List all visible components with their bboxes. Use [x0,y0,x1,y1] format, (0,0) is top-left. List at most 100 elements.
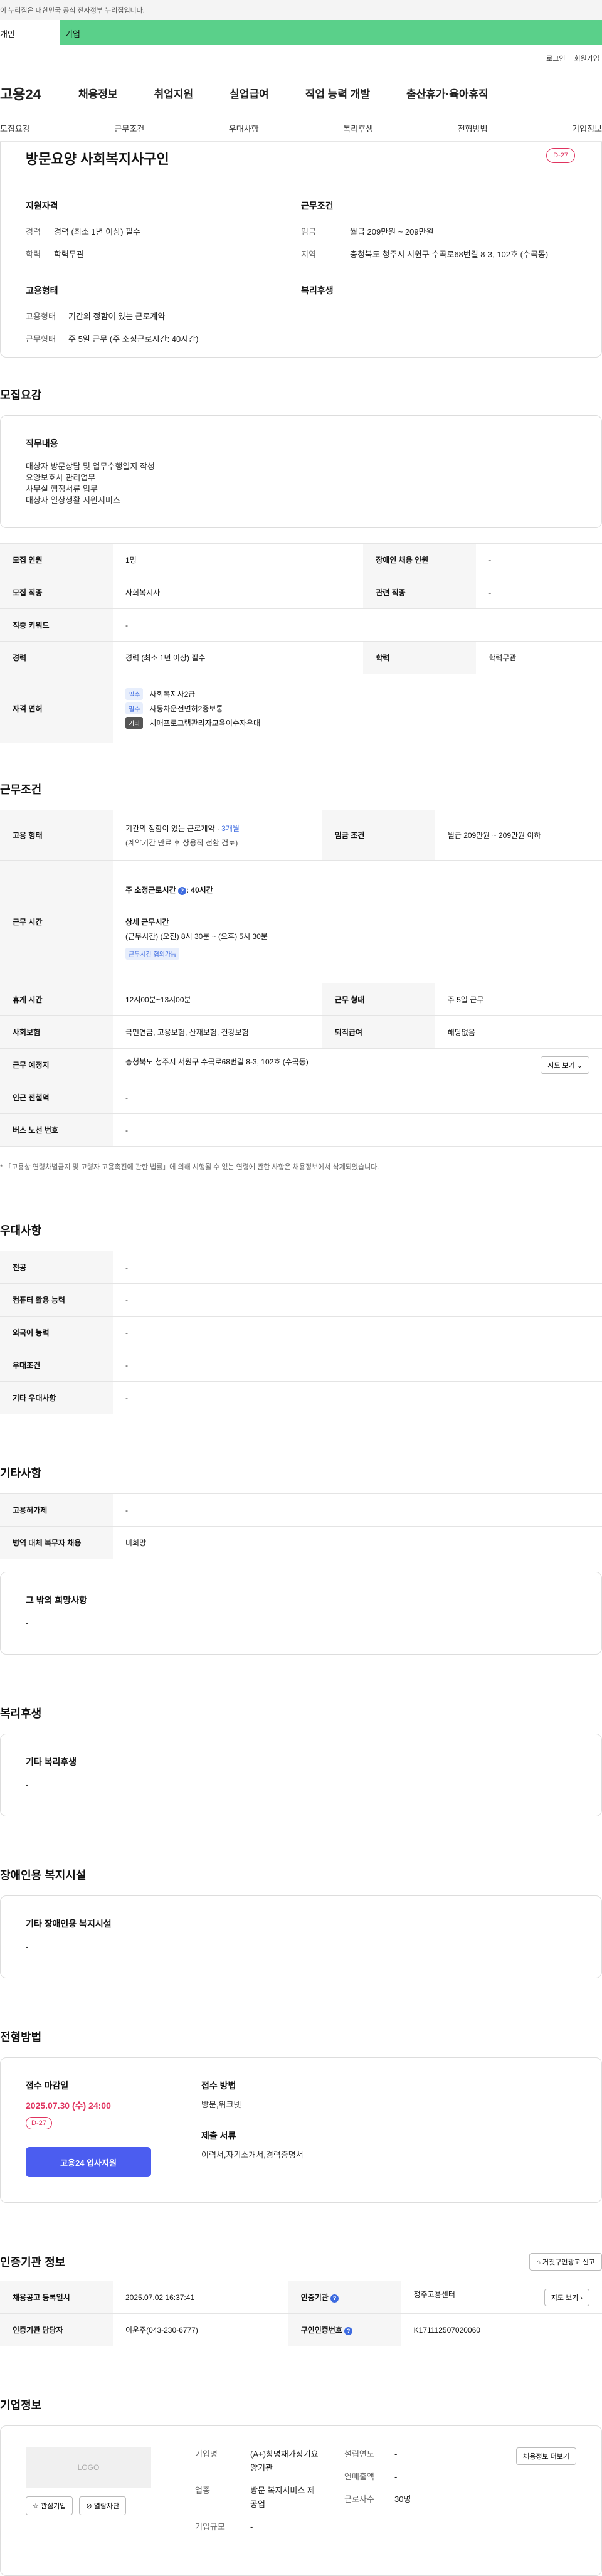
company-card: LOGO ☆ 관심기업 ⊘ 열람차단 기업명 (A+)창명재가장기요양기관 업종 방… [0,2425,602,2576]
deadline-col: 접수 마감일 2025.07.30 (수) 24:00 D-27 고용24 입사… [26,2079,176,2181]
label: 구인인증번호 [300,2326,342,2335]
cell-label: 병역 대체 복무자 채용 [0,1526,113,1559]
label: 임금 [301,227,316,236]
anchor-selection[interactable]: 전형방법 [458,122,488,134]
label: 지도 보기 [551,2294,579,2302]
method-col: 접수 방법 방문,워크넷 제출 서류 이력서,자기소개서,경력증명서 [176,2079,304,2181]
company-size: - [250,2522,253,2532]
company-heading: 기업정보 [0,2399,42,2412]
disability-box-value: - [26,1942,29,1951]
cell-label: 관련 직종 [363,576,477,609]
label: 연매출액 [344,2472,374,2482]
selection-heading: 전형방법 [0,2031,42,2043]
qual-heading: 지원자격 [26,201,58,211]
company-info-col2: 설립연도 - 연매출액 - 근로자수 30명 [344,2447,463,2554]
value: 월급 209만원 ~ 209만원 [350,227,434,236]
required-tag: 필수 [125,688,144,700]
map-button[interactable]: 지도 보기 ⌄ [541,1056,589,1074]
gnb-unemployment-benefit[interactable]: 실업급여 [230,85,269,101]
info-icon[interactable]: ? [344,2327,353,2335]
cell-label: 구인인증번호 ? [288,2313,401,2346]
cell-value: - [113,1081,602,1114]
emp-shift: 근무형태 주 5일 근무 (주 소정근로시간: 40시간) [26,333,301,346]
deadline-label: 접수 마감일 [26,2080,69,2091]
login-link[interactable]: 로그인 [546,53,565,63]
disability-box-heading: 기타 장애인용 복지시설 [26,1919,112,1929]
cell-label: 전공 [0,1251,113,1284]
info-icon[interactable]: ? [330,2294,339,2303]
dday-badge: D-27 [546,148,575,163]
recruit-table: 모집 인원 1명 장애인 채용 인원 - 모집 직종 사회복지사 관련 직종 - 직종 키워… [0,543,602,743]
summary-card: 방문요양 사회복지사구인 D-27 지원자격 경력 경력 (최소 1년 이상) 필… [0,142,602,358]
company-employees: 30명 [394,2494,411,2504]
tab-individual[interactable]: 개인 [0,20,60,45]
company-jobs-button[interactable]: 채용정보 더보기 [516,2447,576,2465]
other-wish-heading: 그 밖의 희망사항 [26,1595,87,1605]
cell-value: 충청북도 청주시 서원구 수곡로68번길 8-3, 102호 (수곡동) 지도 … [113,1048,602,1081]
company-info: 기업명 (A+)창명재가장기요양기관 업종 방문 복지서비스 제공업 기업규모 - 설… [195,2447,463,2554]
interest-button[interactable]: ☆ 관심기업 [26,2496,73,2515]
anchor-prefer[interactable]: 우대사항 [229,122,259,134]
label: 지도 보기 [547,1061,575,1069]
welfare-heading: 복리후생 [301,285,334,295]
tab-company[interactable]: 기업 [60,20,602,45]
cell-value: - [113,1381,602,1414]
signup-link[interactable]: 회원가입 [574,53,599,63]
method-label: 접수 방법 [201,2080,236,2091]
required-tag: 필수 [125,702,144,714]
anchor-work[interactable]: 근무조건 [114,122,144,134]
cell-label: 장애인 채용 인원 [363,543,477,576]
anchor-welfare[interactable]: 복리후생 [343,122,373,134]
cell-label: 채용공고 등록일시 [0,2281,113,2314]
etc-table: 고용허가제 - 병역 대체 복무자 채용 비희망 [0,1493,602,1559]
qual-edu: 학력 학력무관 [26,248,301,261]
anchor-company[interactable]: 기업정보 [572,122,602,134]
block-button[interactable]: ⊘ 열람차단 [79,2496,127,2515]
cell-value: 비희망 [113,1526,602,1559]
cond-region: 지역 충청북도 청주시 서원구 수곡로68번길 8-3, 102호 (수곡동) [301,248,576,261]
map-button[interactable]: 지도 보기 › [544,2288,589,2306]
welfare-box-heading: 기타 복리후생 [26,1757,77,1767]
etc-heading: 기타사항 [0,1467,42,1480]
info-icon[interactable]: ? [177,886,186,895]
apply-button[interactable]: 고용24 입사지원 [26,2147,151,2177]
anchor-recruit[interactable]: 모집요강 [0,122,30,134]
chevron-right-icon: › [580,2294,583,2302]
value: 학력무관 [54,249,84,259]
cell-value: 2025.07.02 16:37:41 [113,2281,288,2314]
dday-wrap: D-27 [26,2117,176,2129]
cell-label: 모집 인원 [0,543,113,576]
label: 열람차단 [93,2503,120,2510]
cell-value: 해당없음 [435,1015,602,1049]
value: 주 5일 근무 (주 소정근로시간: 40시간) [68,334,199,344]
cell-label: 외국어 능력 [0,1316,113,1349]
cell-label: 임금 조건 [322,810,435,861]
cell-label: 버스 노선 번호 [0,1113,113,1147]
cell-value: 12시00분~13시00분 [113,983,322,1016]
gnb-parental-leave[interactable]: 출산휴가·육아휴직 [406,85,488,101]
cell-value: 학력무관 [476,641,602,674]
cell-label: 경력 [0,641,113,674]
cell-value: 이운주(043-230-6777) [113,2313,288,2346]
dday-badge: D-27 [26,2117,52,2129]
report-button[interactable]: ⌂ 거짓구인광고 신고 [529,2253,602,2271]
welfare-box: 기타 복리후생 - [0,1734,602,1816]
site-logo[interactable]: 고용24 [0,83,78,103]
deadline-value: 2025.07.30 (수) 24:00 [26,2101,111,2111]
gnb-employment-support[interactable]: 취업지원 [154,85,194,101]
license-name: 사회복지사2급 [149,690,196,699]
anchor-tabs: 모집요강 근무조건 우대사항 복리후생 전형방법 기업정보 [0,115,602,142]
gnb-job-info[interactable]: 채용정보 [78,85,118,101]
docs-value: 이력서,자기소개서,경력증명서 [201,2150,304,2160]
cert-table: 채용공고 등록일시 2025.07.02 16:37:41 인증기관 ? 청주고용… [0,2281,602,2346]
cell-value: 주 5일 근무 [435,983,602,1016]
company-industry: 방문 복지서비스 제공업 [250,2486,315,2510]
label: 지역 [301,249,316,259]
duty-line: 요양보호사 관리업무 [26,473,96,482]
gnb-skill-development[interactable]: 직업 능력 개발 [305,85,370,101]
emp-type: 고용형태 기간의 정함이 있는 근로계약 [26,310,301,323]
cell-value: 경력 (최소 1년 이상) 필수 [113,641,364,674]
company-logo: LOGO [26,2447,151,2488]
label: 학력 [26,249,41,259]
emp-type-text: 기간의 정함이 있는 근로계약 · [125,824,222,833]
